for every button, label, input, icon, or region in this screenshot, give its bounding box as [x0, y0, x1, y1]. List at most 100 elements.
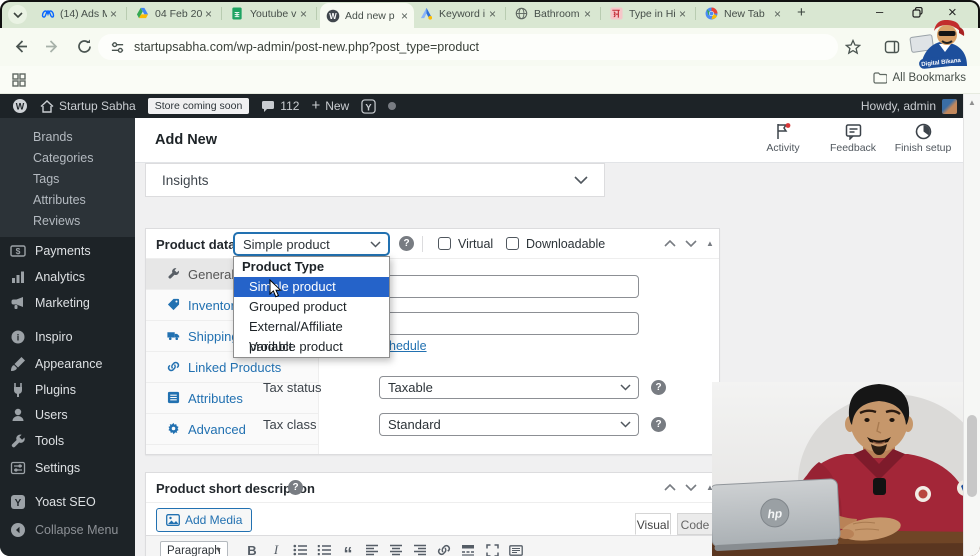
virtual-checkbox[interactable]	[438, 237, 451, 250]
new-content-menu[interactable]: + New	[311, 98, 349, 113]
back-button[interactable]	[12, 38, 30, 56]
chevron-down-icon[interactable]	[574, 176, 588, 184]
tab-search-button[interactable]	[8, 5, 27, 24]
sidebar-item-plugins[interactable]: Plugins	[0, 377, 135, 403]
tab-code[interactable]: Code	[677, 513, 713, 535]
insert-link-button[interactable]	[432, 540, 456, 556]
sidebar-item-attributes[interactable]: Attributes	[0, 190, 135, 211]
move-down-icon[interactable]	[685, 484, 697, 491]
site-name-menu[interactable]: Startup Sabha	[40, 99, 136, 113]
window-restore-button[interactable]	[912, 7, 923, 18]
tab-close-icon[interactable]: ×	[300, 8, 307, 20]
sidebar-item-tags[interactable]: Tags	[0, 169, 135, 190]
tab-bathroom[interactable]: Bathroom ×	[509, 3, 597, 25]
scrollbar-thumb[interactable]	[967, 415, 977, 497]
yoast-menu[interactable]: Y	[361, 98, 376, 114]
scroll-up-icon[interactable]: ▲	[968, 98, 976, 107]
insert-more-tag-button[interactable]	[456, 540, 480, 556]
url-bar[interactable]: startupsabha.com/wp-admin/post-new.php?p…	[98, 34, 838, 60]
tab-visual[interactable]: Visual	[635, 513, 671, 535]
numbered-list-button[interactable]	[312, 540, 336, 556]
feedback-button[interactable]: Feedback	[825, 123, 881, 154]
help-tip-icon[interactable]: ?	[288, 480, 303, 495]
window-minimize-button[interactable]: –	[876, 4, 883, 19]
tab-new-tab[interactable]: New Tab ×	[699, 3, 787, 25]
activity-button[interactable]: Activity	[755, 123, 811, 154]
sidebar-item-users[interactable]: Users	[0, 402, 135, 428]
option-grouped-product[interactable]: Grouped product	[234, 297, 389, 317]
scrollbar[interactable]: ▲	[963, 94, 980, 556]
bookmark-star-icon[interactable]	[845, 39, 863, 57]
sidebar-item-settings[interactable]: Settings	[0, 455, 135, 481]
new-tab-button[interactable]: +	[797, 4, 806, 21]
all-bookmarks-button[interactable]: All Bookmarks	[872, 72, 966, 84]
option-simple-product[interactable]: Simple product	[234, 277, 389, 297]
product-type-select[interactable]: Simple product	[234, 233, 389, 255]
tab-close-icon[interactable]: ×	[679, 8, 686, 20]
store-coming-soon-badge[interactable]: Store coming soon	[147, 98, 250, 114]
align-left-button[interactable]	[360, 540, 384, 556]
sidebar-item-categories[interactable]: Categories	[0, 148, 135, 169]
help-tip-icon[interactable]: ?	[651, 380, 666, 395]
comments-menu[interactable]: 112	[261, 99, 299, 113]
move-up-icon[interactable]	[664, 240, 676, 247]
sidebar-item-brands[interactable]: Brands	[0, 127, 135, 148]
bold-button[interactable]: B	[240, 540, 264, 556]
bulleted-list-button[interactable]	[288, 540, 312, 556]
downloadable-checkbox[interactable]	[506, 237, 519, 250]
align-center-button[interactable]	[384, 540, 408, 556]
toolbar-toggle-button[interactable]	[504, 540, 528, 556]
profile-avatar[interactable]: Digital Bikana	[908, 20, 972, 70]
help-tip-icon[interactable]: ?	[399, 236, 414, 251]
add-media-button[interactable]: Add Media	[156, 508, 253, 532]
option-external-affiliate-product[interactable]: External/Affiliate product	[234, 317, 389, 354]
my-account-menu[interactable]: Howdy, admin	[861, 98, 957, 114]
insights-panel[interactable]: Insights	[145, 163, 605, 197]
tab-separator	[221, 7, 222, 20]
tab-sheets[interactable]: Youtube vi ×	[225, 3, 313, 25]
tab-close-icon[interactable]: ×	[110, 8, 117, 20]
sidebar-item-yoast-seo[interactable]: Y Yoast SEO	[0, 489, 135, 515]
reload-button[interactable]	[76, 38, 94, 56]
italic-button[interactable]: I	[264, 540, 288, 556]
wp-logo-menu[interactable]: W	[12, 98, 28, 114]
fullscreen-button[interactable]	[480, 540, 504, 556]
tax-class-select[interactable]: Standard	[379, 413, 639, 436]
sidebar-item-payments[interactable]: $ Payments	[0, 238, 135, 264]
tab-close-icon[interactable]: ×	[489, 8, 496, 20]
help-tip-icon[interactable]: ?	[651, 417, 666, 432]
window-close-button[interactable]: ×	[948, 4, 957, 21]
regular-price-input[interactable]	[379, 275, 639, 298]
side-panel-icon[interactable]	[884, 39, 902, 57]
tab-drive[interactable]: 04 Feb 202 ×	[130, 3, 218, 25]
tax-status-select[interactable]: Taxable	[379, 376, 639, 399]
sidebar-item-tools[interactable]: Tools	[0, 428, 135, 454]
option-variable-product[interactable]: Variable product	[234, 337, 389, 357]
blockquote-button[interactable]: “	[336, 540, 360, 556]
finish-setup-button[interactable]: Finish setup	[895, 123, 951, 154]
tab-close-icon[interactable]: ×	[205, 8, 212, 20]
tab-ads-manager[interactable]: (14) Ads M ×	[35, 3, 123, 25]
collapse-menu-button[interactable]: Collapse Menu	[0, 517, 135, 543]
align-right-button[interactable]	[408, 540, 432, 556]
sale-price-input[interactable]	[379, 312, 639, 335]
tab-keyword[interactable]: Keyword i ×	[414, 3, 502, 25]
paragraph-select[interactable]: Paragraph ▼	[160, 541, 228, 556]
toggle-panel-icon[interactable]: ▲	[706, 239, 714, 248]
sidebar-item-reviews[interactable]: Reviews	[0, 211, 135, 232]
tab-close-icon[interactable]: ×	[584, 8, 591, 20]
forward-button[interactable]	[44, 38, 62, 56]
sidebar-item-inspiro[interactable]: i Inspiro	[0, 324, 135, 350]
tab-add-new-product[interactable]: W Add new p ×	[320, 3, 414, 28]
tab-type-in-hindi[interactable]: Type in Hi ×	[604, 3, 692, 25]
move-up-icon[interactable]	[664, 484, 676, 491]
sidebar-item-appearance[interactable]: Appearance	[0, 351, 135, 377]
site-info-icon[interactable]	[110, 40, 125, 55]
tab-close-icon[interactable]: ×	[401, 10, 408, 22]
sidebar-item-marketing[interactable]: Marketing	[0, 290, 135, 316]
apps-grid-icon[interactable]	[12, 73, 26, 87]
move-down-icon[interactable]	[685, 240, 697, 247]
tab-close-icon[interactable]: ×	[774, 8, 781, 20]
sidebar-item-analytics[interactable]: Analytics	[0, 264, 135, 290]
schedule-link[interactable]: hedule	[389, 339, 427, 353]
